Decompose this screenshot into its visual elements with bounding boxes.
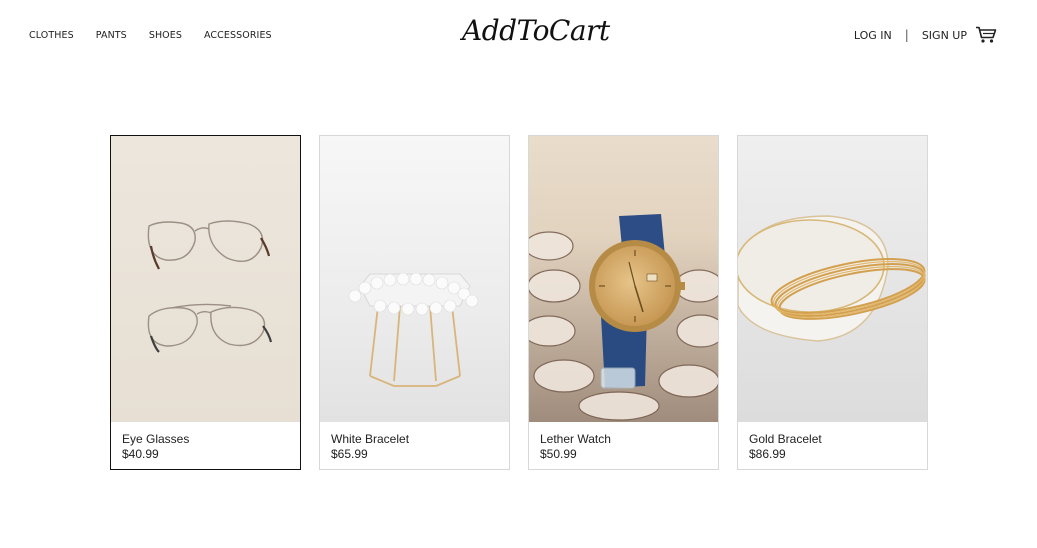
product-price: $65.99 (331, 447, 368, 461)
nav-separator: | (904, 28, 909, 42)
login-link[interactable]: LOG IN (854, 29, 892, 42)
nav-accessories[interactable]: ACCESSORIES (204, 30, 272, 41)
signup-link[interactable]: SIGN UP (922, 29, 967, 42)
nav-shoes[interactable]: SHOES (149, 30, 182, 41)
product-image-eye-glasses (111, 136, 300, 422)
product-grid: Eye Glasses $40.99 White Bracelet $65.99… (110, 135, 928, 470)
product-card-white-bracelet[interactable]: White Bracelet $65.99 (319, 135, 510, 470)
nav-pants[interactable]: PANTS (96, 30, 127, 41)
product-image-lether-watch (529, 136, 718, 422)
product-price: $86.99 (749, 447, 786, 461)
product-price: $40.99 (122, 447, 159, 461)
product-name: Eye Glasses (122, 432, 190, 446)
product-card-gold-bracelet[interactable]: Gold Bracelet $86.99 (737, 135, 928, 470)
site-logo[interactable]: AddToCart (462, 14, 610, 54)
product-name: Lether Watch (540, 432, 611, 446)
cart-icon[interactable] (975, 26, 997, 44)
account-nav: LOG IN | SIGN UP (854, 26, 997, 44)
product-card-eye-glasses[interactable]: Eye Glasses $40.99 (110, 135, 301, 470)
product-image-gold-bracelet (738, 136, 927, 422)
product-price: $50.99 (540, 447, 577, 461)
product-image-white-bracelet (320, 136, 509, 422)
product-name: White Bracelet (331, 432, 410, 446)
product-name: Gold Bracelet (749, 432, 822, 446)
nav-clothes[interactable]: CLOTHES (29, 30, 74, 41)
product-card-lether-watch[interactable]: Lether Watch $50.99 (528, 135, 719, 470)
category-nav: CLOTHES PANTS SHOES ACCESSORIES (29, 30, 272, 41)
